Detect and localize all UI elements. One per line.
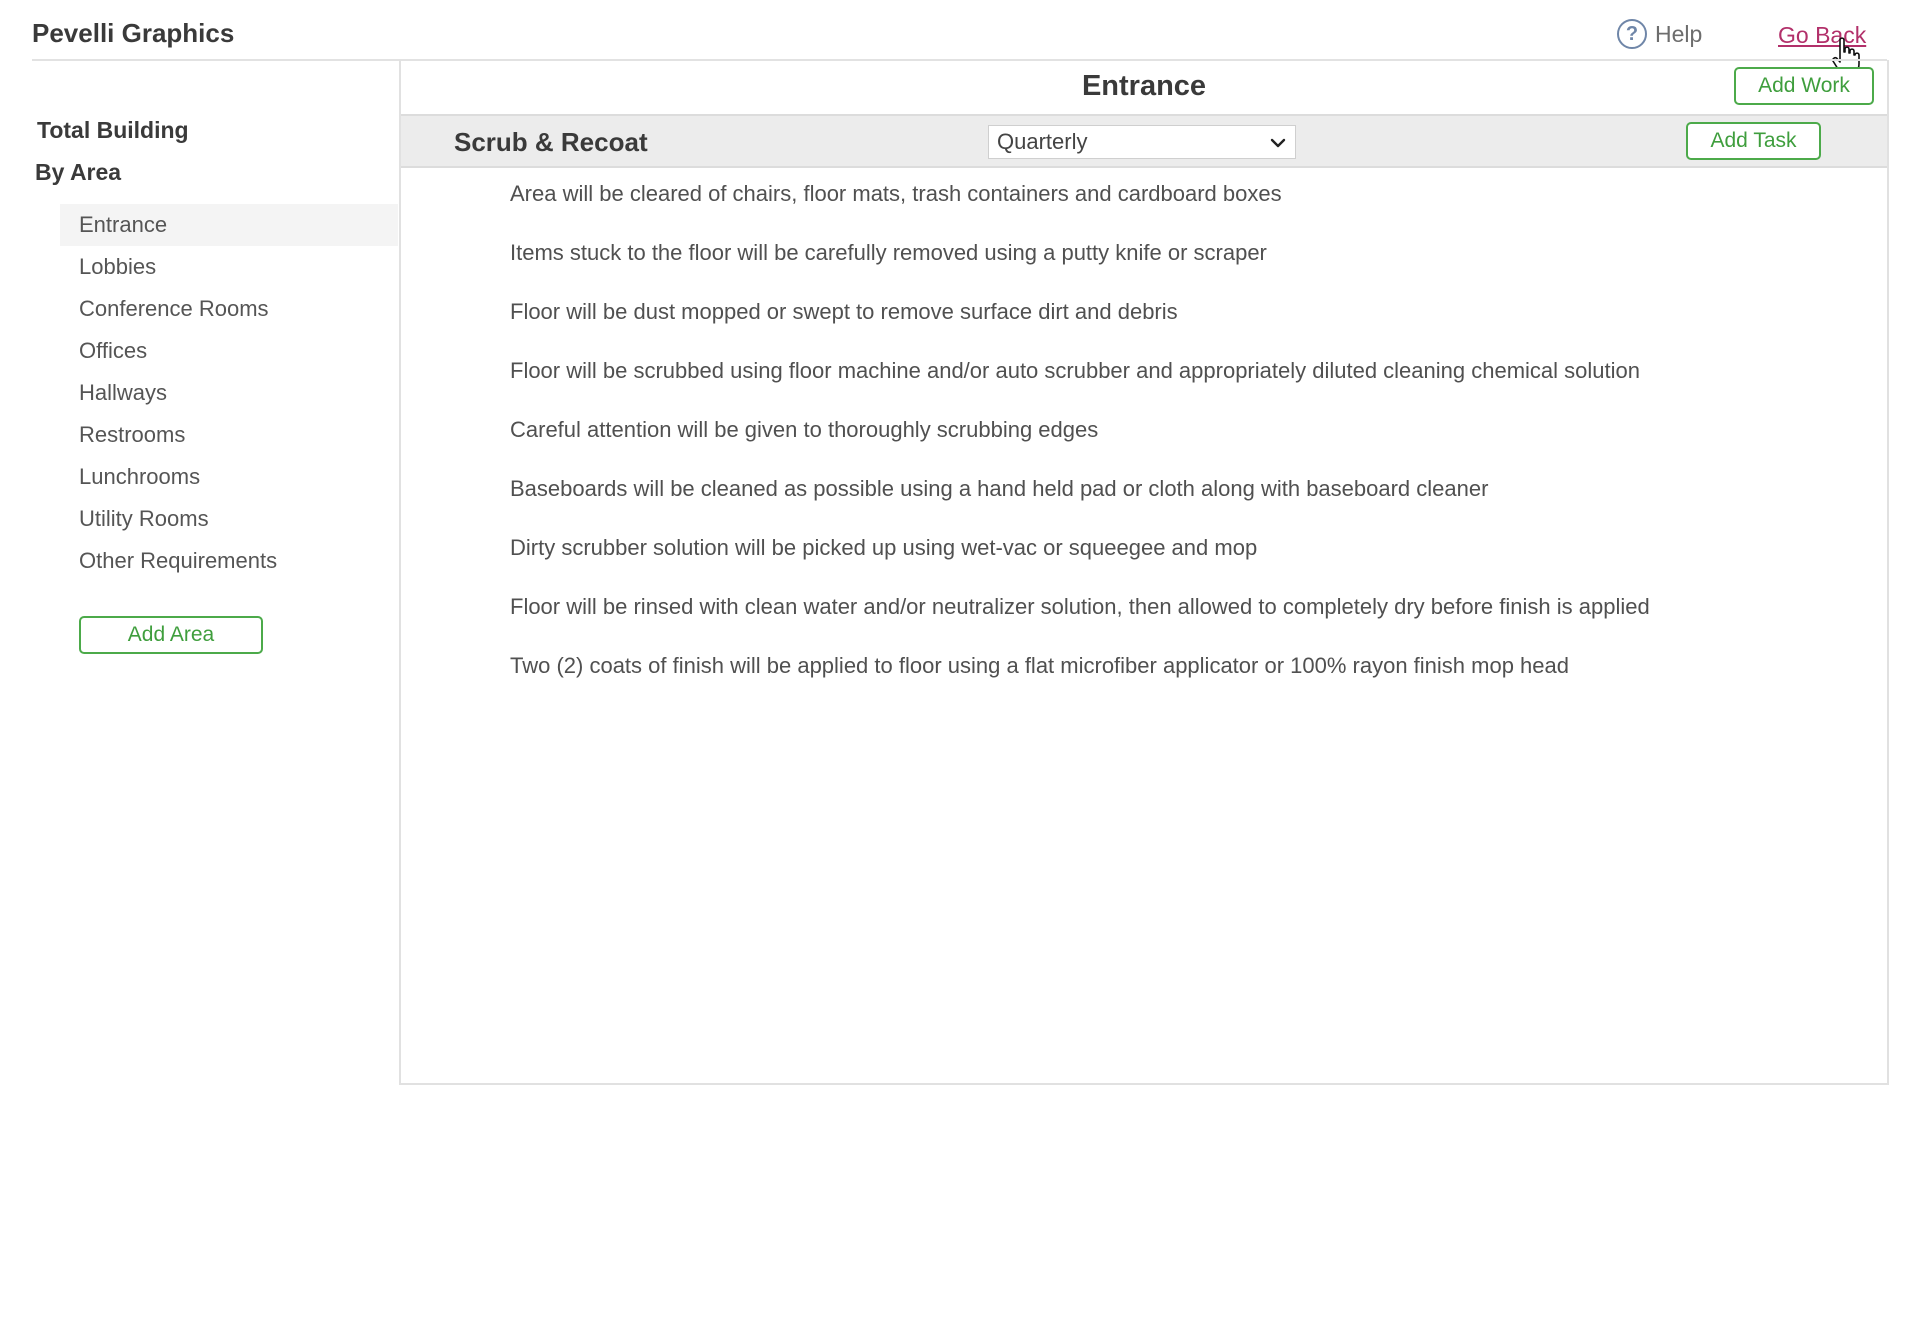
area-item-lunchrooms[interactable]: Lunchrooms [60,456,398,498]
area-list: Entrance Lobbies Conference Rooms Office… [60,204,398,582]
area-detail-panel: Entrance Add Work Scrub & Recoat Quarter… [399,60,1889,1085]
area-item-other-requirements[interactable]: Other Requirements [60,540,398,582]
area-item-utility-rooms[interactable]: Utility Rooms [60,498,398,540]
help-label: Help [1655,20,1703,47]
area-item-restrooms[interactable]: Restrooms [60,414,398,456]
frequency-value: Quarterly [997,129,1088,154]
task-item: Two (2) coats of finish will be applied … [510,653,1569,678]
page-title: Entrance [1081,70,1207,102]
task-item: Floor will be rinsed with clean water an… [510,594,1650,619]
task-item: Careful attention will be given to thoro… [510,417,1099,442]
task-list: Area will be cleared of chairs, floor ma… [510,180,1680,711]
area-item-hallways[interactable]: Hallways [60,372,398,414]
work-item-name: Scrub & Recoat [454,127,648,157]
task-item: Baseboards will be cleaned as possible u… [510,476,1489,501]
help-link[interactable]: ? Help [1617,19,1702,49]
task-item: Items stuck to the floor will be careful… [510,240,1267,265]
help-icon: ? [1617,19,1647,49]
chevron-down-icon [1270,138,1286,148]
area-item-conference-rooms[interactable]: Conference Rooms [60,288,398,330]
by-area-heading: By Area [35,159,122,185]
task-item: Floor will be dust mopped or swept to re… [510,299,1178,324]
frequency-select[interactable]: Quarterly [988,125,1296,159]
area-item-offices[interactable]: Offices [60,330,398,372]
area-item-entrance[interactable]: Entrance [60,204,398,246]
area-item-lobbies[interactable]: Lobbies [60,246,398,288]
task-item: Area will be cleared of chairs, floor ma… [510,181,1282,206]
brand-title: Pevelli Graphics [32,18,235,48]
task-item: Dirty scrubber solution will be picked u… [510,535,1258,560]
work-item-header: Scrub & Recoat Quarterly Add Task [401,114,1887,168]
add-task-button[interactable]: Add Task [1686,122,1821,160]
total-building-link[interactable]: Total Building [37,117,189,144]
add-work-button[interactable]: Add Work [1734,67,1874,105]
app-root: Pevelli Graphics ? Help Go Back Total Bu… [0,0,1922,1336]
task-item: Floor will be scrubbed using floor machi… [510,358,1640,383]
add-area-button[interactable]: Add Area [79,616,263,654]
